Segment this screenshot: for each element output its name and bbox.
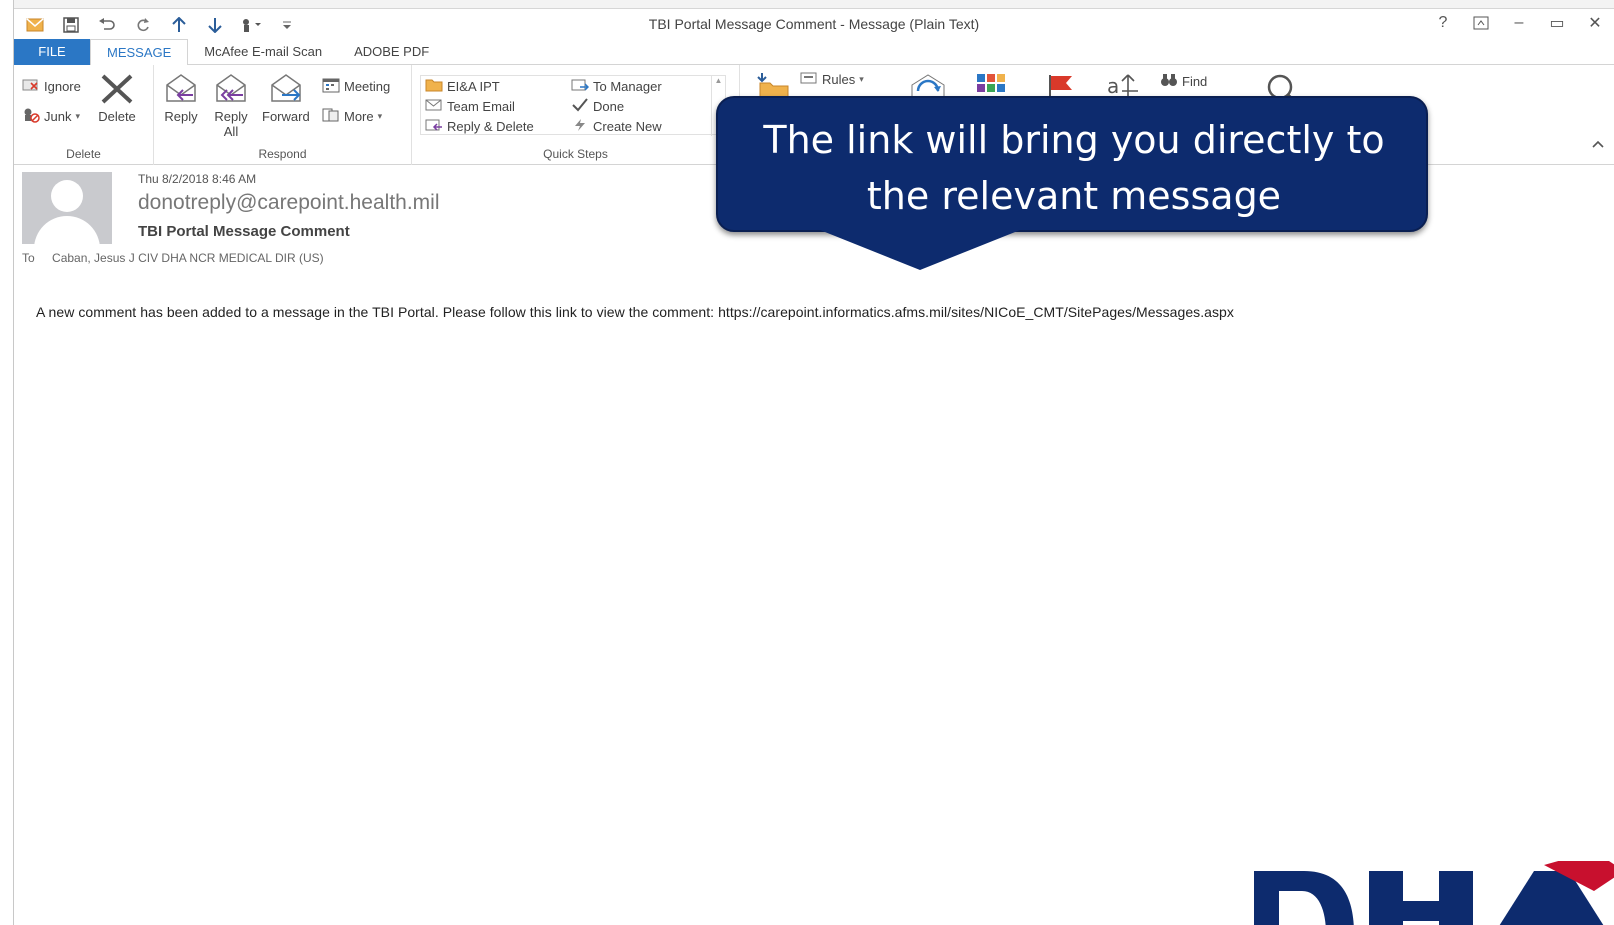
folder-icon xyxy=(425,78,443,95)
rules-icon xyxy=(800,71,818,88)
respond-group-label: Respond xyxy=(258,147,307,161)
forward-button[interactable]: Forward xyxy=(262,71,310,124)
sent-date: Thu 8/2/2018 8:46 AM xyxy=(138,172,257,186)
lightning-icon xyxy=(571,118,589,135)
quick-step-create-new[interactable]: Create New xyxy=(571,118,662,135)
close-button[interactable]: ✕ xyxy=(1586,13,1604,33)
help-button[interactable]: ? xyxy=(1434,13,1452,33)
maximize-button[interactable]: ▭ xyxy=(1548,13,1566,33)
sender-address[interactable]: donotreply@carepoint.health.mil xyxy=(138,191,440,215)
tab-mcafee-email-scan[interactable]: McAfee E-mail Scan xyxy=(188,39,338,65)
window-controls: ? – ▭ ✕ xyxy=(1434,13,1604,33)
rules-button[interactable]: Rules ▾ xyxy=(800,71,864,88)
delete-group: Ignore Junk ▾ Delete Delete xyxy=(14,65,154,165)
left-frame xyxy=(0,0,14,925)
tab-message[interactable]: MESSAGE xyxy=(90,39,189,66)
meeting-calendar-icon xyxy=(322,77,340,96)
tab-file[interactable]: FILE xyxy=(14,39,90,65)
callout-line-2: the relevant message xyxy=(866,174,1282,218)
junk-icon xyxy=(22,107,40,126)
top-strip xyxy=(0,0,1614,9)
rules-dropdown-icon: ▾ xyxy=(859,74,864,84)
title-bar: TBI Portal Message Comment - Message (Pl… xyxy=(14,9,1614,39)
reply-all-button[interactable]: Reply All xyxy=(212,71,250,139)
binoculars-icon xyxy=(1160,73,1178,90)
junk-dropdown-icon: ▾ xyxy=(75,111,80,121)
respond-group: Reply Reply All Forward Meeting More ▾ R… xyxy=(154,65,412,165)
callout-pointer xyxy=(820,230,1020,270)
reply-delete-icon xyxy=(425,118,443,135)
more-icon xyxy=(322,107,340,126)
delete-button[interactable]: Delete xyxy=(98,71,136,124)
quick-step-reply-delete[interactable]: Reply & Delete xyxy=(425,118,534,135)
quick-step-done[interactable]: Done xyxy=(571,98,624,115)
ignore-icon xyxy=(22,77,40,96)
reply-icon xyxy=(162,71,200,107)
collapse-ribbon-icon[interactable] xyxy=(1592,137,1604,151)
dha-logo xyxy=(1254,861,1614,925)
recipient-name[interactable]: Caban, Jesus J CIV DHA NCR MEDICAL DIR (… xyxy=(52,251,324,265)
sender-avatar xyxy=(22,172,112,244)
ribbon-display-options-icon[interactable] xyxy=(1472,13,1490,33)
reply-all-icon xyxy=(212,71,250,107)
quick-step-to-manager[interactable]: To Manager xyxy=(571,78,662,95)
tab-adobe-pdf[interactable]: ADOBE PDF xyxy=(338,39,445,65)
checkmark-icon xyxy=(571,98,589,115)
minimize-button[interactable]: – xyxy=(1510,13,1528,33)
delete-group-label: Delete xyxy=(66,147,101,161)
reply-button[interactable]: Reply xyxy=(162,71,200,124)
message-subject: TBI Portal Message Comment xyxy=(138,223,350,240)
to-manager-icon xyxy=(571,78,590,95)
message-body[interactable]: A new comment has been added to a messag… xyxy=(36,304,1234,320)
quick-steps-group: EI&A IPT Team Email Reply & Delete To Ma… xyxy=(412,65,740,165)
more-button[interactable]: More ▾ xyxy=(322,107,382,126)
more-dropdown-icon: ▾ xyxy=(377,111,383,121)
quick-step-eia-ipt[interactable]: EI&A IPT xyxy=(425,78,500,95)
meeting-button[interactable]: Meeting xyxy=(322,77,390,96)
ignore-button[interactable]: Ignore xyxy=(22,77,81,96)
junk-button[interactable]: Junk ▾ xyxy=(22,107,80,126)
quick-steps-group-label: Quick Steps xyxy=(543,147,608,161)
forward-icon xyxy=(267,71,305,107)
team-email-icon xyxy=(425,98,443,115)
to-label: To xyxy=(22,251,35,265)
quick-step-team-email[interactable]: Team Email xyxy=(425,98,515,115)
find-button[interactable]: Find xyxy=(1160,73,1207,90)
callout-text: The link will bring you directly to the … xyxy=(718,112,1430,224)
callout-banner: The link will bring you directly to the … xyxy=(716,96,1428,232)
to-line: To Caban, Jesus J CIV DHA NCR MEDICAL DI… xyxy=(22,251,324,265)
callout-line-1: The link will bring you directly to xyxy=(763,118,1385,162)
outlook-message-window: TBI Portal Message Comment - Message (Pl… xyxy=(14,9,1614,925)
delete-x-icon xyxy=(98,71,136,107)
quick-steps-gallery: EI&A IPT Team Email Reply & Delete To Ma… xyxy=(420,75,726,136)
svg-text:a: a xyxy=(1107,74,1119,98)
window-title: TBI Portal Message Comment - Message (Pl… xyxy=(648,16,980,32)
ribbon-tabs: FILE MESSAGE McAfee E-mail Scan ADOBE PD… xyxy=(14,39,1614,66)
